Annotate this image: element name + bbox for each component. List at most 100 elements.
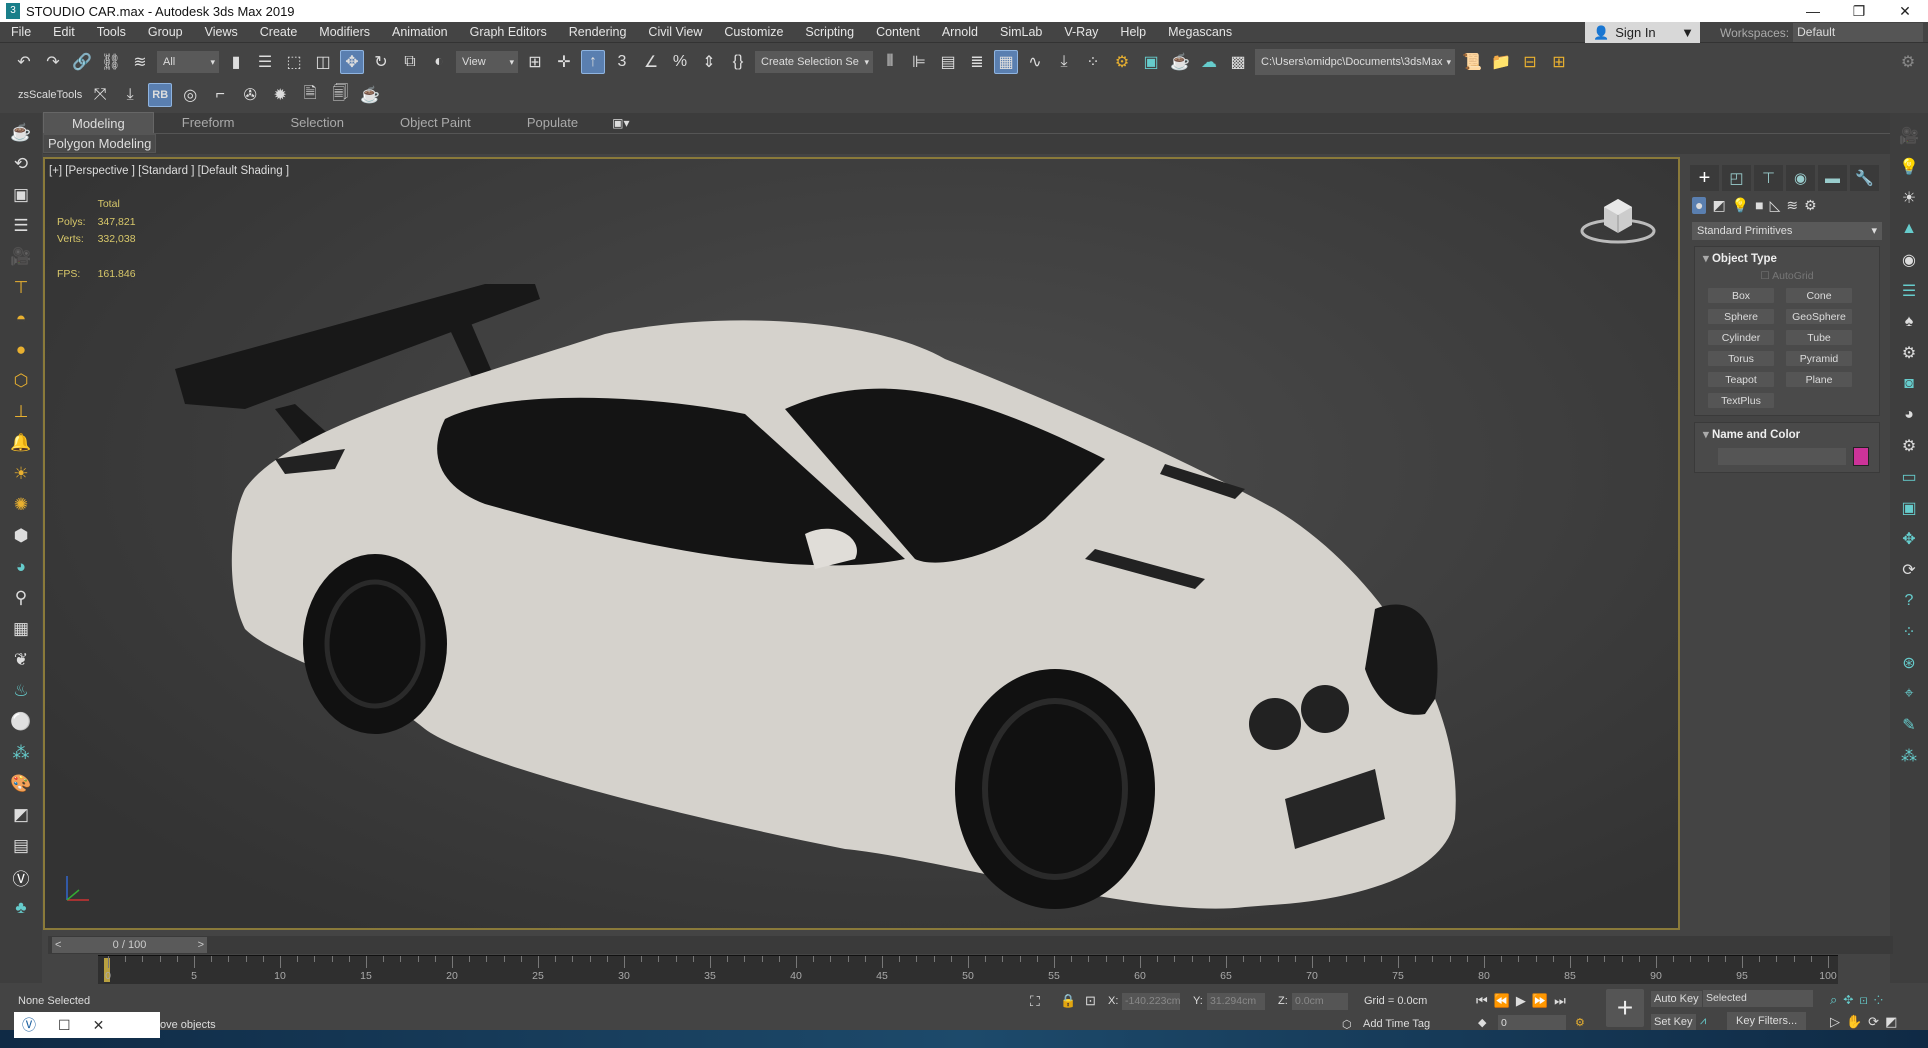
sphere-button[interactable]: Sphere bbox=[1707, 308, 1775, 325]
sign-in-button[interactable]: 👤 Sign In ▼ bbox=[1585, 22, 1700, 43]
cone-button[interactable]: Cone bbox=[1785, 287, 1853, 304]
menu-views[interactable]: Views bbox=[194, 25, 249, 39]
teapot-button[interactable]: Teapot bbox=[1707, 371, 1775, 388]
redo-icon[interactable]: ↷ bbox=[41, 50, 65, 74]
layer-explorer-icon[interactable]: ≣ bbox=[965, 50, 989, 74]
figure-icon[interactable]: ⚲ bbox=[8, 586, 34, 610]
restore-icon[interactable]: ☐ bbox=[58, 1017, 71, 1034]
menu-group[interactable]: Group bbox=[137, 25, 194, 39]
select-by-name-icon[interactable]: ☰ bbox=[253, 50, 277, 74]
proxy-icon[interactable]: ♠ bbox=[1897, 309, 1921, 334]
sphere-icon[interactable]: ● bbox=[8, 338, 34, 362]
object-color-swatch[interactable] bbox=[1853, 447, 1869, 466]
camera-add-icon[interactable]: 🎥 bbox=[1897, 123, 1921, 148]
download-icon[interactable]: ⤓ bbox=[118, 83, 142, 107]
selection-filter-dropdown[interactable]: All bbox=[157, 50, 219, 73]
render-setup-icon[interactable]: ⚙ bbox=[1110, 50, 1134, 74]
help-icon[interactable]: ? bbox=[1897, 588, 1921, 613]
shapes-icon[interactable]: ◩ bbox=[1712, 197, 1725, 214]
render-icon[interactable]: ◉ bbox=[1897, 247, 1921, 272]
orbit-node-icon[interactable]: ⊛ bbox=[1897, 650, 1921, 675]
name-and-color-title[interactable]: Name and Color bbox=[1695, 427, 1879, 441]
menu-rendering[interactable]: Rendering bbox=[558, 25, 638, 39]
object-type-title[interactable]: Object Type bbox=[1695, 251, 1879, 265]
render-gallery-icon[interactable]: ▩ bbox=[1226, 50, 1250, 74]
rendered-frame-window-icon[interactable]: ▣ bbox=[1139, 50, 1163, 74]
close-button[interactable]: ✕ bbox=[1882, 0, 1928, 22]
list-panel-icon[interactable]: ☰ bbox=[1897, 278, 1921, 303]
category-dropdown[interactable]: Standard Primitives bbox=[1692, 222, 1882, 240]
nodes-icon[interactable]: ⁘ bbox=[1897, 619, 1921, 644]
orbit-icon[interactable]: ⟳ bbox=[1897, 557, 1921, 582]
time-slider-thumb[interactable]: < 0 / 100 > bbox=[52, 937, 207, 953]
mirror-icon[interactable]: ⫴ bbox=[878, 50, 902, 74]
camera-icon[interactable]: 🎥 bbox=[8, 245, 34, 269]
settings-icon[interactable]: ⚙ bbox=[1897, 433, 1921, 458]
zs-scale-icon[interactable]: ⤧ bbox=[88, 83, 112, 107]
menu-civil-view[interactable]: Civil View bbox=[637, 25, 713, 39]
menu-animation[interactable]: Animation bbox=[381, 25, 459, 39]
menu-modifiers[interactable]: Modifiers bbox=[308, 25, 381, 39]
paint-icon[interactable]: ✎ bbox=[1897, 712, 1921, 737]
layers-icon[interactable]: ◩ bbox=[8, 803, 34, 827]
utilities-tab-icon[interactable]: 🔧 bbox=[1850, 165, 1879, 191]
textplus-button[interactable]: TextPlus bbox=[1707, 392, 1775, 409]
move-tool-icon[interactable]: ✥ bbox=[1897, 526, 1921, 551]
palette-panel-icon[interactable]: ◕ bbox=[1897, 402, 1921, 427]
prev-frame-button[interactable]: < bbox=[52, 939, 64, 951]
snap-point-icon[interactable]: ⌖ bbox=[1897, 681, 1921, 706]
menu-megascans[interactable]: Megascans bbox=[1157, 25, 1243, 39]
scale-icon[interactable]: ⧉ bbox=[398, 50, 422, 74]
y-coordinate-field[interactable]: 31.294cm bbox=[1207, 993, 1265, 1010]
next-frame-button[interactable]: > bbox=[195, 939, 207, 951]
tab-modeling[interactable]: Modeling bbox=[43, 112, 154, 133]
connect-icon[interactable]: ⁂ bbox=[1897, 743, 1921, 768]
minimize-button[interactable]: — bbox=[1790, 0, 1836, 22]
material-editor-icon[interactable]: ⁘ bbox=[1081, 50, 1105, 74]
aperture-icon[interactable]: ✇ bbox=[238, 83, 262, 107]
render-production-icon[interactable]: ☕ bbox=[1168, 50, 1192, 74]
plant-icon[interactable]: ❦ bbox=[8, 648, 34, 672]
viewport-icon[interactable]: ▣ bbox=[1897, 495, 1921, 520]
time-configuration-icon[interactable]: ⚙ bbox=[1575, 1016, 1585, 1029]
autogrid-checkbox[interactable]: ☐ AutoGrid bbox=[1695, 270, 1879, 282]
bell-icon[interactable]: 🔔 bbox=[8, 431, 34, 455]
percent-snap-icon[interactable]: % bbox=[668, 50, 692, 74]
snaps-toggle-icon[interactable]: 3 bbox=[610, 50, 634, 74]
cube-icon[interactable]: ⬢ bbox=[8, 524, 34, 548]
object-name-input[interactable] bbox=[1717, 447, 1847, 466]
menu-tools[interactable]: Tools bbox=[86, 25, 137, 39]
hierarchy-tab-icon[interactable]: ⊤ bbox=[1754, 165, 1783, 191]
dome-icon[interactable]: ◓ bbox=[8, 307, 34, 331]
menu-edit[interactable]: Edit bbox=[42, 25, 86, 39]
bind-space-warp-icon[interactable]: ≋ bbox=[128, 50, 152, 74]
spinner-snap-icon[interactable]: ⇕ bbox=[697, 50, 721, 74]
sun-icon[interactable]: ☀ bbox=[8, 462, 34, 486]
torus-button[interactable]: Torus bbox=[1707, 350, 1775, 367]
key-filters-button[interactable]: Key Filters... bbox=[1727, 1012, 1807, 1030]
maximize-button[interactable]: ❐ bbox=[1836, 0, 1882, 22]
menu-help[interactable]: Help bbox=[1109, 25, 1157, 39]
particles-icon[interactable]: ⁂ bbox=[8, 741, 34, 765]
named-selection-dropdown[interactable]: Create Selection Se bbox=[755, 50, 873, 73]
app-preview-icon[interactable]: Ⓥ bbox=[22, 1015, 36, 1035]
menu-create[interactable]: Create bbox=[249, 25, 309, 39]
curve-editor-icon[interactable]: ∿ bbox=[1023, 50, 1047, 74]
viewport-nav-controls-2[interactable]: ▷✋⟳◩ bbox=[1830, 1014, 1903, 1030]
scene-explorer-icon[interactable]: ▤ bbox=[936, 50, 960, 74]
angle-snap-icon[interactable]: ∠ bbox=[639, 50, 663, 74]
plane-button[interactable]: Plane bbox=[1785, 371, 1853, 388]
menu-content[interactable]: Content bbox=[865, 25, 931, 39]
cylinder-button[interactable]: Cylinder bbox=[1707, 329, 1775, 346]
menu-vray[interactable]: V-Ray bbox=[1053, 25, 1109, 39]
space-warps-icon[interactable]: ≋ bbox=[1786, 197, 1798, 214]
add-time-tag-button[interactable]: Add Time Tag bbox=[1363, 1018, 1430, 1030]
rect-selection-icon[interactable]: ⬚ bbox=[282, 50, 306, 74]
render-cloud-icon[interactable]: ☁ bbox=[1197, 50, 1221, 74]
viewport-nav-controls[interactable]: ⌕✥⊡⁘ bbox=[1830, 992, 1889, 1008]
isolate-icon[interactable]: ⛶ bbox=[1030, 993, 1040, 1010]
menu-graph-editors[interactable]: Graph Editors bbox=[459, 25, 558, 39]
scene-icon[interactable]: ▤ bbox=[8, 834, 34, 858]
key-mode-dropdown[interactable]: Selected bbox=[1703, 990, 1813, 1007]
key-mode-toggle-icon[interactable]: ◆ bbox=[1478, 1016, 1486, 1029]
